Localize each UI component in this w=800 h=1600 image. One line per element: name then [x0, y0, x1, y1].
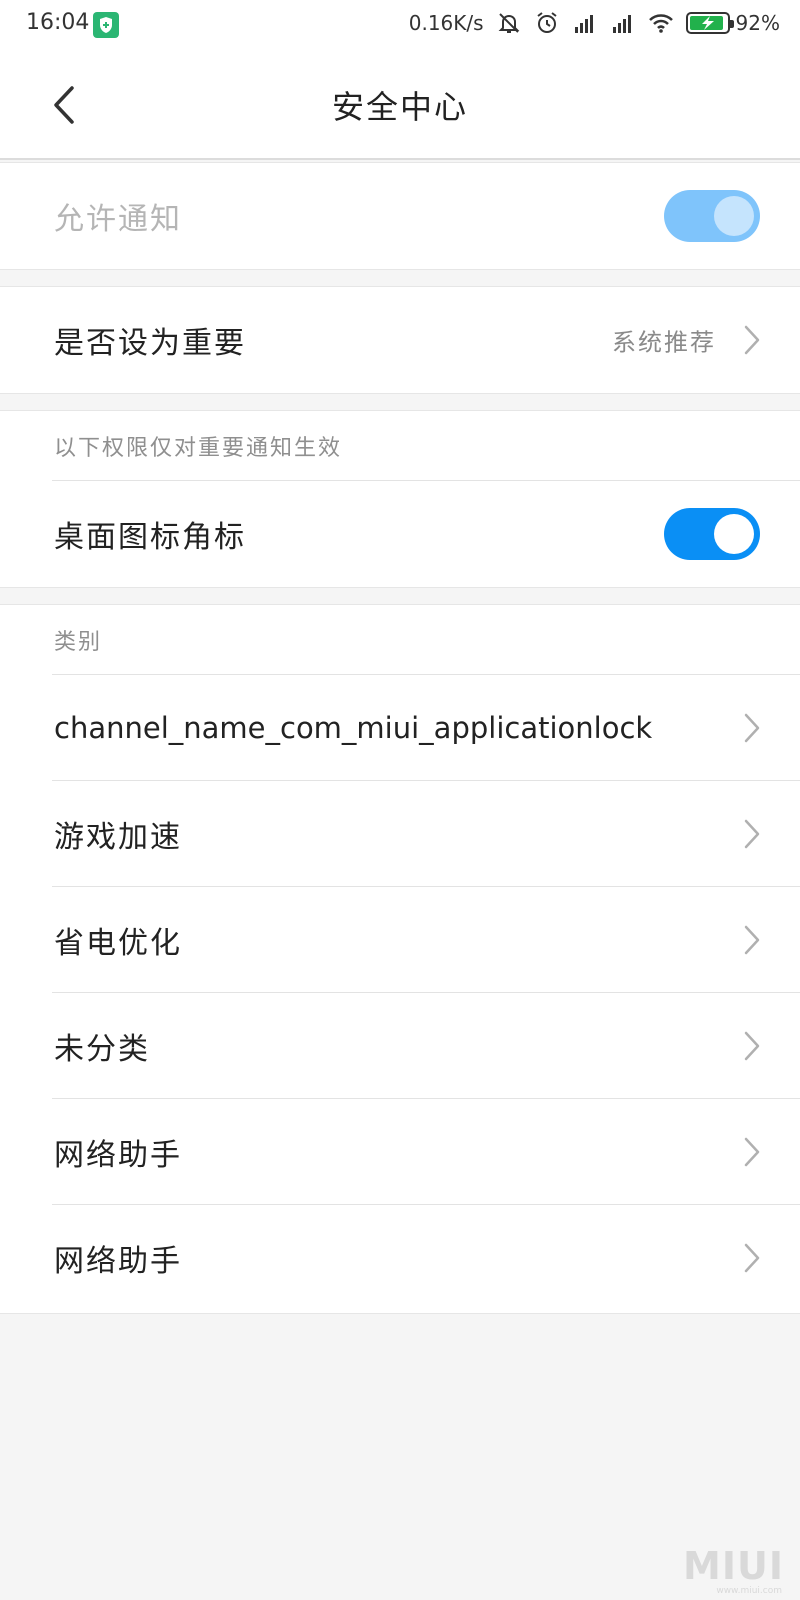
network-speed: 0.16K/s [408, 11, 484, 35]
category-item[interactable]: 省电优化 [0, 887, 800, 993]
status-bar: 16:04 0.16K/s 92% [0, 0, 800, 50]
signal-icon-1 [574, 15, 593, 33]
importance-section: 是否设为重要 系统推荐 [0, 286, 800, 394]
chevron-right-icon [742, 817, 762, 851]
category-label: 网络助手 [54, 1138, 182, 1173]
importance-value: 系统推荐 [612, 328, 716, 357]
importance-row[interactable]: 是否设为重要 系统推荐 [0, 287, 800, 393]
category-item[interactable]: 未分类 [0, 993, 800, 1099]
category-item[interactable]: 网络助手 [0, 1099, 800, 1205]
badge-row[interactable]: 桌面图标角标 [0, 481, 800, 587]
important-permissions-section: 以下权限仅对重要通知生效 桌面图标角标 [0, 410, 800, 588]
security-app-icon [93, 12, 119, 38]
app-header: 安全中心 [0, 50, 800, 160]
signal-icon-2 [612, 15, 631, 33]
section-header-text: 以下权限仅对重要通知生效 [54, 436, 343, 461]
status-time: 16:04 [26, 10, 90, 35]
allow-notifications-label: 允许通知 [54, 202, 182, 237]
chevron-right-icon [742, 1135, 762, 1169]
badge-label: 桌面图标角标 [54, 520, 246, 555]
chevron-right-icon [742, 1241, 762, 1275]
chevron-right-icon [742, 711, 762, 745]
category-item[interactable]: channel_name_com_miui_applicationlock [0, 675, 800, 781]
category-label: 未分类 [54, 1032, 150, 1067]
importance-label: 是否设为重要 [54, 326, 246, 361]
category-label: 网络助手 [54, 1244, 182, 1279]
alarm-icon [536, 12, 557, 33]
categories-header-text: 类别 [54, 630, 103, 655]
chevron-right-icon [742, 923, 762, 957]
chevron-right-icon [742, 323, 762, 357]
badge-toggle[interactable] [664, 508, 760, 560]
categories-header: 类别 [0, 605, 800, 675]
allow-notifications-row[interactable]: 允许通知 [0, 163, 800, 269]
important-permissions-header: 以下权限仅对重要通知生效 [0, 411, 800, 481]
miui-watermark: MIUI [683, 1544, 784, 1588]
category-item[interactable]: 网络助手 [0, 1205, 800, 1311]
category-label: 省电优化 [54, 926, 182, 961]
miui-watermark-url: www.miui.com [716, 1586, 782, 1596]
chevron-right-icon [742, 1029, 762, 1063]
category-label: channel_name_com_miui_applicationlock [54, 711, 653, 745]
allow-notifications-section: 允许通知 [0, 162, 800, 270]
category-item[interactable]: 游戏加速 [0, 781, 800, 887]
battery-percent: 92% [735, 11, 780, 35]
bell-muted-icon [498, 13, 519, 33]
wifi-icon [648, 14, 673, 33]
allow-notifications-toggle[interactable] [664, 190, 760, 242]
battery-icon [685, 12, 734, 34]
categories-section: 类别 channel_name_com_miui_applicationlock… [0, 604, 800, 1314]
category-label: 游戏加速 [54, 820, 182, 855]
page-title: 安全中心 [331, 88, 468, 126]
